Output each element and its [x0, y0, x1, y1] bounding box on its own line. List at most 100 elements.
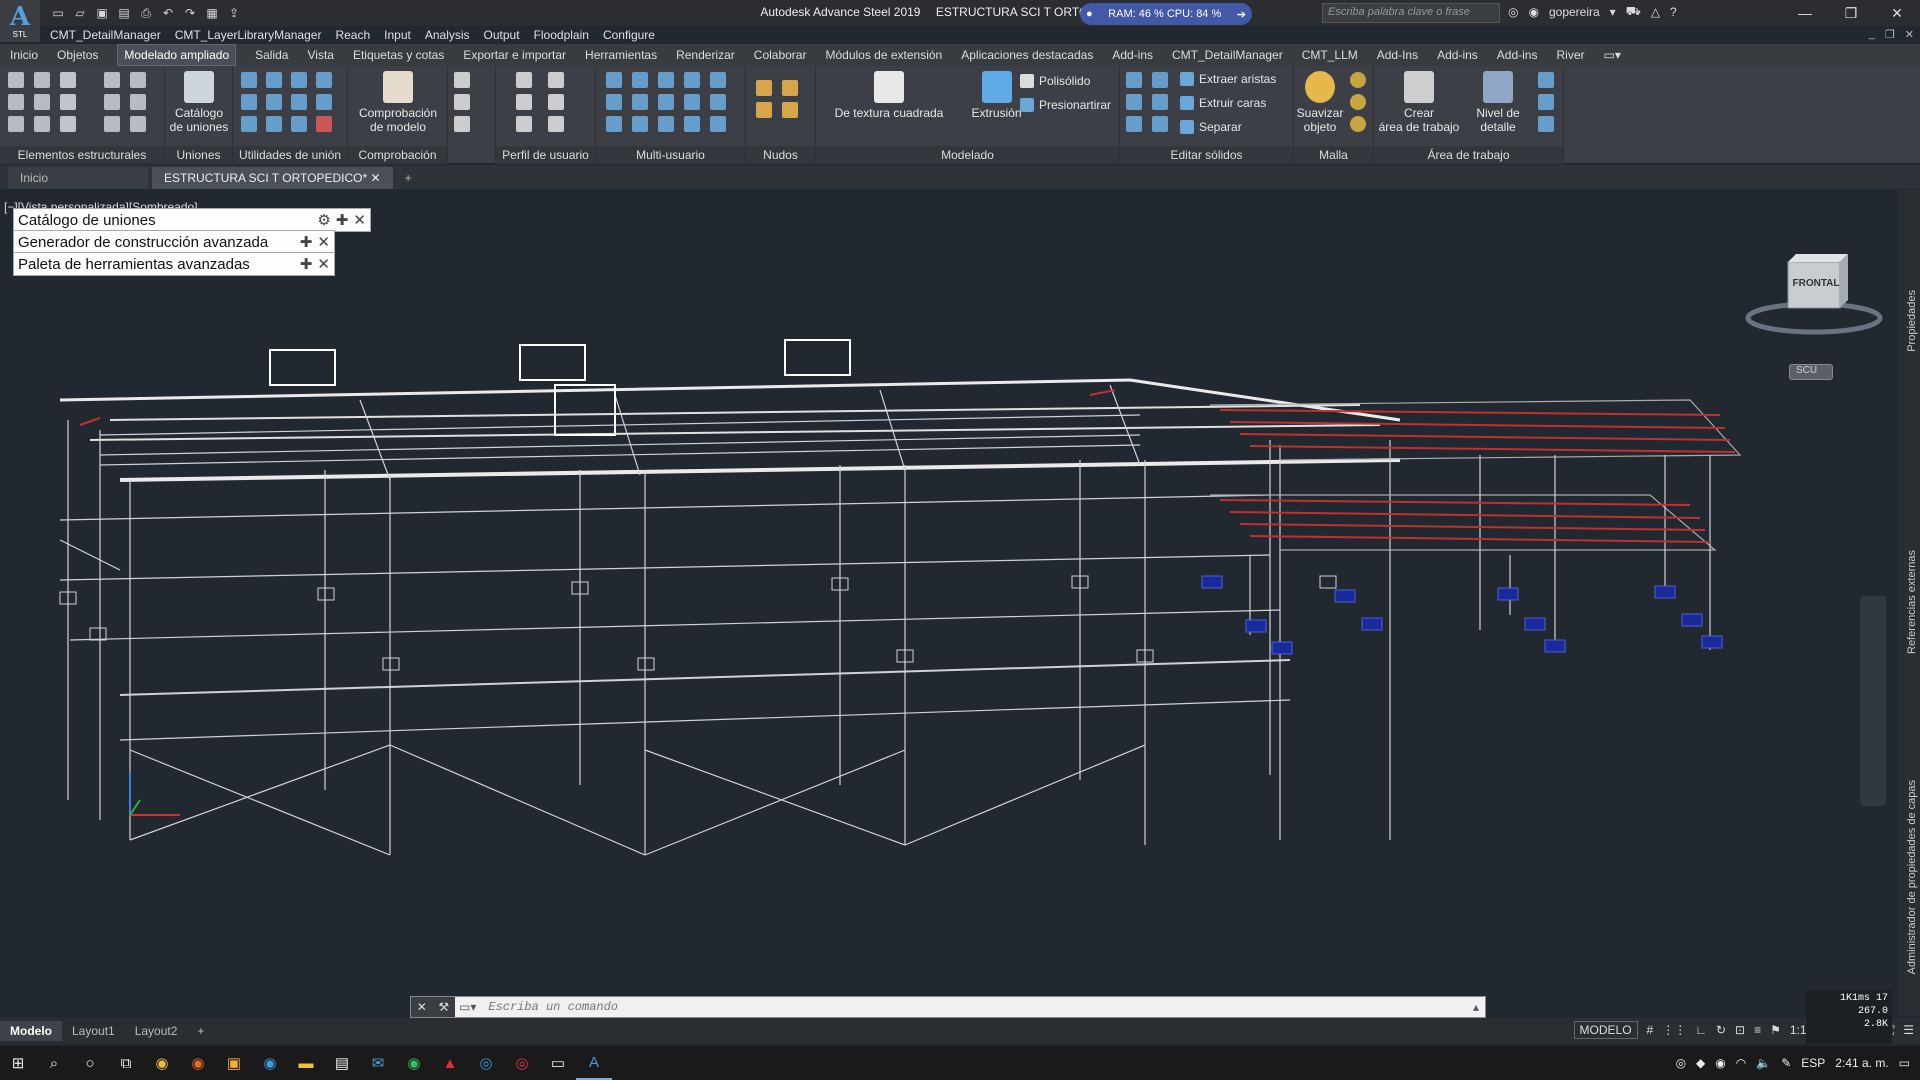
task-view-icon[interactable]: ⧉ — [108, 1046, 144, 1080]
firefox-icon[interactable]: ◉ — [180, 1046, 216, 1080]
ribbon-tab[interactable]: CMT_LLM — [1302, 48, 1358, 62]
exchange-icon[interactable]: △ — [1651, 5, 1660, 19]
structural-tools-icons[interactable] — [8, 72, 78, 132]
ribbon-tab[interactable]: Etiquetas y cotas — [353, 48, 444, 62]
ribbon-tab[interactable]: Modelado ampliado — [117, 44, 237, 66]
cortana-icon[interactable]: ○ — [72, 1046, 108, 1080]
close-icon[interactable]: ✕ — [1874, 0, 1920, 26]
minimize-icon[interactable]: — — [1782, 0, 1828, 26]
model-space-toggle[interactable]: MODELO — [1573, 1021, 1638, 1039]
volume-icon[interactable]: 🔈 — [1756, 1056, 1771, 1070]
binoculars-icon[interactable]: ◎ — [1508, 5, 1518, 19]
doc-tab-start[interactable]: Inicio — [8, 167, 148, 189]
mesh-icons[interactable] — [1350, 72, 1368, 132]
connection-catalog-button[interactable]: Catálogo de uniones — [167, 71, 231, 134]
close-icon[interactable]: ✕ — [371, 171, 381, 185]
ribbon-tab[interactable]: River — [1556, 48, 1584, 62]
presspull-button[interactable]: Presionartirar — [1020, 98, 1111, 112]
connection-utility-icons[interactable] — [241, 72, 334, 132]
palette-connection-catalog[interactable]: Catálogo de uniones ⚙ ✚ ✕ — [13, 208, 371, 232]
language-indicator[interactable]: ESP — [1801, 1056, 1825, 1070]
navigation-bar[interactable] — [1860, 596, 1886, 806]
ribbon-tab[interactable]: Módulos de extensión — [825, 48, 942, 62]
grid-icon[interactable]: # — [1647, 1023, 1654, 1037]
notification-icon[interactable]: ▭ — [1899, 1056, 1910, 1070]
pin-icon[interactable]: ✚ — [300, 255, 313, 273]
properties-panel-tab[interactable]: Propiedades — [1906, 290, 1918, 352]
command-input[interactable] — [480, 997, 1467, 1017]
close-icon[interactable]: ✕ — [317, 255, 330, 273]
checking-icons[interactable] — [454, 72, 472, 132]
viewcube[interactable]: FRONTAL — [1744, 250, 1884, 343]
solid-edit-icons[interactable] — [1126, 72, 1170, 132]
ribbon-tab[interactable]: Vista — [307, 48, 333, 62]
xref-panel-tab[interactable]: Referencias externas — [1906, 550, 1918, 654]
new-tab-button[interactable]: + — [397, 167, 420, 189]
user-name[interactable]: gopereira — [1549, 5, 1600, 19]
detail-level-button[interactable]: Nivel de detalle — [1466, 71, 1530, 134]
advance-steel-icon[interactable]: A — [576, 1046, 612, 1080]
model-check-button[interactable]: Comprobación de modelo — [350, 71, 446, 134]
annotation-scale[interactable]: 1:1 — [1790, 1023, 1807, 1037]
box-button[interactable]: De textura cuadrada — [824, 71, 954, 120]
restore-icon[interactable]: ❐ — [1828, 0, 1874, 26]
acrobat-icon[interactable]: ▲ — [432, 1046, 468, 1080]
structural-tools-icons-2[interactable] — [104, 72, 148, 132]
menu-item[interactable]: Reach — [335, 28, 370, 42]
close-icon[interactable]: ✕ — [317, 233, 330, 251]
snap-icon[interactable]: ⋮⋮ — [1662, 1023, 1686, 1037]
tray-icon[interactable]: ◉ — [1715, 1056, 1725, 1070]
new-file-icon[interactable]: ▭ — [48, 4, 68, 22]
start-icon[interactable]: ⊞ — [0, 1046, 36, 1080]
workspace-icons[interactable] — [1538, 72, 1556, 132]
chevron-up-icon[interactable]: ▴ — [1467, 1000, 1485, 1014]
menu-item[interactable]: Output — [484, 28, 520, 42]
menu-item[interactable]: CMT_DetailManager — [50, 28, 161, 42]
app-green-icon[interactable]: ◉ — [396, 1046, 432, 1080]
joint-icons[interactable] — [756, 80, 800, 118]
ribbon-tab[interactable]: Herramientas — [585, 48, 657, 62]
osnap-icon[interactable]: ⊡ — [1735, 1023, 1745, 1037]
doc-restore-icon[interactable]: ❐ — [1885, 28, 1895, 41]
save-as-icon[interactable]: ▤ — [114, 4, 134, 22]
menu-item[interactable]: Analysis — [425, 28, 470, 42]
chrome-icon[interactable]: ◉ — [144, 1046, 180, 1080]
ribbon-tab[interactable]: Add-ins — [1497, 48, 1538, 62]
annotation-icon[interactable]: ⚑ — [1770, 1023, 1781, 1037]
ucs-menu[interactable]: SCU — [1789, 364, 1833, 380]
ribbon-tab[interactable]: Aplicaciones destacadas — [961, 48, 1093, 62]
pin-icon[interactable]: ✚ — [336, 211, 349, 229]
ribbon-tab[interactable]: Add-ins — [1112, 48, 1153, 62]
ribbon-tab[interactable]: Renderizar — [676, 48, 735, 62]
add-layout-button[interactable]: + — [187, 1021, 214, 1041]
redo-icon[interactable]: ↷ — [180, 4, 200, 22]
layer-properties-panel-tab[interactable]: Administrador de propiedades de capas — [1906, 780, 1918, 974]
doc-close-icon[interactable]: ✕ — [1905, 28, 1914, 41]
menu-item[interactable]: Input — [384, 28, 411, 42]
save-icon[interactable]: ▣ — [92, 4, 112, 22]
palette-advanced-tool-palette[interactable]: Paleta de herramientas avanzadas ✚ ✕ — [13, 252, 335, 276]
ribbon-tab[interactable]: Add-Ins — [1377, 48, 1418, 62]
menu-item[interactable]: CMT_LayerLibraryManager — [175, 28, 322, 42]
ribbon-tab[interactable]: CMT_DetailManager — [1172, 48, 1283, 62]
model-viewport[interactable]: [−][Vista personalizada][Sombreado] Catá… — [0, 190, 1920, 1016]
tray-icon[interactable]: ◆ — [1696, 1056, 1705, 1070]
wrench-icon[interactable]: ⚒ — [438, 1000, 449, 1014]
application-menu-button[interactable]: A STL — [0, 0, 40, 42]
extrude-faces-button[interactable]: Extruir caras — [1180, 96, 1266, 110]
ribbon-minimize-icon[interactable]: ▭▾ — [1604, 48, 1621, 62]
gear-icon[interactable]: ⚙ — [317, 211, 330, 229]
command-history-icon[interactable]: ▭▾ — [455, 1000, 480, 1014]
undo-icon[interactable]: ↶ — [158, 4, 178, 22]
close-icon[interactable]: ✕ — [417, 1000, 427, 1014]
polar-icon[interactable]: ↻ — [1716, 1023, 1726, 1037]
chevron-down-icon[interactable]: ▾ — [1610, 5, 1616, 19]
pen-icon[interactable]: ✎ — [1781, 1056, 1791, 1070]
app-gray-icon[interactable]: ▭ — [540, 1046, 576, 1080]
tray-icon[interactable]: ◎ — [1676, 1056, 1686, 1070]
customize-icon[interactable]: ☰ — [1903, 1023, 1914, 1037]
store-icon[interactable]: ▤ — [324, 1046, 360, 1080]
mail-icon[interactable]: ✉ — [360, 1046, 396, 1080]
ribbon-tab[interactable]: Add-ins — [1437, 48, 1478, 62]
close-icon[interactable]: ✕ — [353, 211, 366, 229]
